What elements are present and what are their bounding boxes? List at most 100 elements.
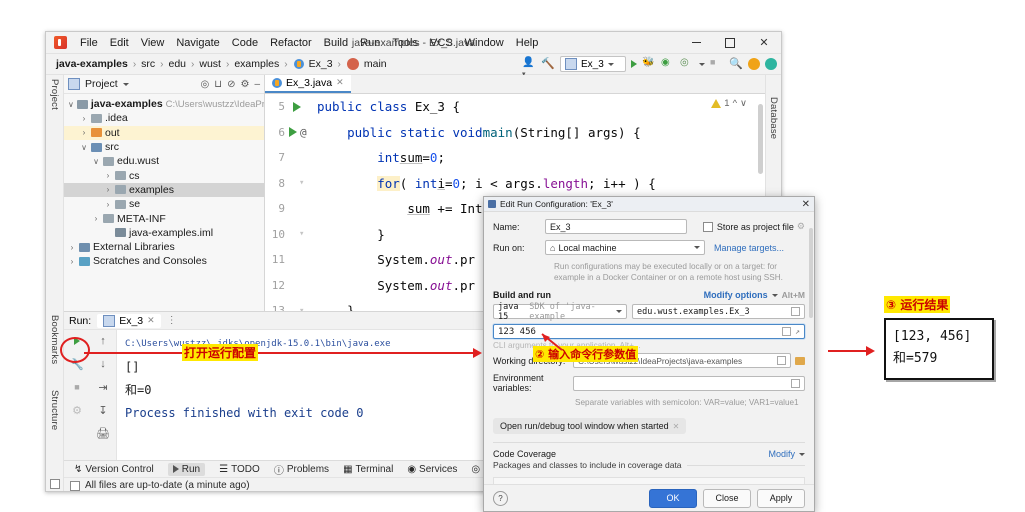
status-terminal[interactable]: ▦ Terminal <box>343 464 393 475</box>
store-as-project-file-checkbox[interactable] <box>702 221 713 232</box>
status-todo[interactable]: ☰ TODO <box>219 464 260 475</box>
search-icon[interactable]: 🔍 <box>729 57 743 71</box>
maximize-icon[interactable] <box>713 32 747 53</box>
remove-option-icon[interactable]: ✕ <box>673 422 680 431</box>
override-icon[interactable]: @ <box>300 126 307 139</box>
tree-item-java-examples[interactable]: ∨ java-examples C:\Users\wustzz\IdeaProj… <box>64 97 264 111</box>
menu-build[interactable]: Build <box>318 36 354 50</box>
menu-window[interactable]: Window <box>459 36 510 50</box>
editor-scrollbar[interactable] <box>758 104 763 174</box>
chevron-right-icon[interactable]: › <box>104 185 112 194</box>
fold-icon[interactable]: ▾ <box>299 306 304 311</box>
close-icon[interactable]: ✕ <box>147 315 155 326</box>
expand-editor-icon[interactable]: ↗ <box>795 327 800 336</box>
modify-options-link[interactable]: Modify options <box>704 290 768 300</box>
breadcrumb-src[interactable]: src <box>139 58 157 70</box>
tree-item-edu-wust[interactable]: ∨ edu.wust <box>64 154 264 168</box>
status-services[interactable]: ◉ Services <box>407 464 457 475</box>
inspection-widget[interactable]: 1 ^ ∨ <box>711 98 747 109</box>
profile-icon[interactable]: ◎ <box>680 57 694 71</box>
chevron-right-icon[interactable]: › <box>68 257 76 266</box>
expand-icon[interactable] <box>782 327 792 336</box>
editor-gutter[interactable]: 5 6 @ 7 8 ▾ 9 10 ▾ 11 12 13 ▾ <box>265 94 317 311</box>
run-config-selector[interactable]: Ex_3 <box>560 56 626 72</box>
coverage-modify-link[interactable]: Modify <box>768 449 795 459</box>
environment-variables-input[interactable] <box>573 375 805 391</box>
menu-run[interactable]: Run <box>354 36 386 50</box>
close-icon[interactable]: ✕ <box>747 32 781 53</box>
ok-button[interactable]: OK <box>649 488 697 508</box>
chevron-down-icon[interactable] <box>122 82 129 86</box>
fold-icon[interactable]: ▾ <box>299 178 304 188</box>
collapse-all-icon[interactable]: ⊘ <box>227 79 235 90</box>
show-tool-windows-icon[interactable] <box>50 479 60 489</box>
menu-edit[interactable]: Edit <box>104 36 135 50</box>
chevron-right-icon[interactable]: › <box>80 128 88 137</box>
chevron-right-icon[interactable]: › <box>92 214 100 223</box>
status-version-control[interactable]: ↯ Version Control <box>74 464 154 475</box>
jdk-select[interactable]: java 15 SDK of 'java-example <box>493 302 627 322</box>
tree-item-se[interactable]: › se <box>64 197 264 211</box>
breadcrumb-edu[interactable]: edu <box>167 58 189 70</box>
chevron-right-icon[interactable]: › <box>104 200 112 209</box>
next-problem-icon[interactable]: ∨ <box>740 98 747 109</box>
tree-item-scratches[interactable]: › Scratches and Consoles <box>64 254 264 268</box>
chevron-right-icon[interactable]: › <box>104 171 112 180</box>
chevron-down-icon[interactable] <box>699 62 705 66</box>
run-class-icon[interactable] <box>293 101 301 112</box>
sidebar-item-bookmarks[interactable]: Bookmarks <box>49 315 60 364</box>
status-run[interactable]: Run <box>167 462 206 476</box>
breadcrumb-main[interactable]: main <box>362 58 389 70</box>
tree-item-idea[interactable]: › .idea <box>64 111 264 125</box>
menu-file[interactable]: File <box>74 36 104 50</box>
menu-refactor[interactable]: Refactor <box>264 36 318 50</box>
expand-all-icon[interactable]: ⊔ <box>214 79 222 90</box>
tree-item-out[interactable]: › out <box>64 125 264 140</box>
close-button[interactable]: Close <box>703 488 751 508</box>
print-icon[interactable]: 🖨 <box>96 426 110 440</box>
menu-navigate[interactable]: Navigate <box>170 36 225 50</box>
run-tab-ex3[interactable]: Ex_3 ✕ <box>97 313 161 328</box>
run-coverage-icon[interactable]: ◉ <box>661 57 675 71</box>
browse-icon[interactable] <box>791 378 800 388</box>
gear-icon[interactable]: ⚙ <box>797 221 805 232</box>
update-icon[interactable] <box>748 58 760 70</box>
hide-icon[interactable]: – <box>254 79 260 90</box>
apply-button[interactable]: Apply <box>757 488 805 508</box>
tree-item-iml-file[interactable]: java-examples.iml <box>64 226 264 240</box>
soft-wrap-icon[interactable]: ⇥ <box>96 380 110 394</box>
ide-assistant-icon[interactable] <box>765 58 777 70</box>
menu-view[interactable]: View <box>135 36 171 50</box>
chevron-down-icon[interactable]: ∨ <box>92 157 100 166</box>
remove-package-icon[interactable]: – <box>500 483 506 485</box>
chevron-down-icon[interactable]: ∨ <box>68 100 74 109</box>
prev-problem-icon[interactable]: ^ <box>733 98 737 109</box>
sidebar-item-project[interactable]: Project <box>49 79 60 110</box>
browse-icon[interactable] <box>791 307 800 316</box>
menu-vcs[interactable]: VCS <box>424 36 459 50</box>
tree-item-cs[interactable]: › cs <box>64 168 264 182</box>
help-icon[interactable]: ? <box>493 490 508 506</box>
chevron-right-icon[interactable]: › <box>80 114 88 123</box>
menu-help[interactable]: Help <box>510 36 545 50</box>
main-class-input[interactable]: edu.wust.examples.Ex_3 <box>632 304 805 319</box>
sidebar-item-database[interactable]: Database <box>768 97 779 139</box>
status-problems[interactable]: ⓘ Problems <box>274 462 329 477</box>
open-tool-window-toggle[interactable]: Open run/debug tool window when started … <box>493 418 687 434</box>
expand-icon[interactable] <box>777 356 786 365</box>
gear-icon[interactable]: ⚙ <box>240 79 249 90</box>
hammer-icon[interactable]: 🔨 <box>541 57 555 71</box>
chevron-right-icon[interactable]: › <box>68 243 76 252</box>
run-method-icon[interactable] <box>289 127 297 138</box>
tree-item-examples[interactable]: › examples <box>64 182 264 198</box>
close-icon[interactable]: ✕ <box>336 77 344 88</box>
scroll-down-icon[interactable]: ↓ <box>96 357 110 371</box>
tree-item-src[interactable]: ∨ src <box>64 140 264 154</box>
manage-targets-link[interactable]: Manage targets... <box>714 243 784 253</box>
minimize-icon[interactable] <box>679 32 713 53</box>
tree-item-external-libraries[interactable]: › External Libraries <box>64 240 264 254</box>
scroll-to-end-icon[interactable]: ↧ <box>96 403 110 417</box>
sidebar-item-structure[interactable]: Structure <box>49 390 60 430</box>
run-on-select[interactable]: ⌂ Local machine <box>545 240 705 255</box>
run-icon[interactable] <box>631 60 637 68</box>
